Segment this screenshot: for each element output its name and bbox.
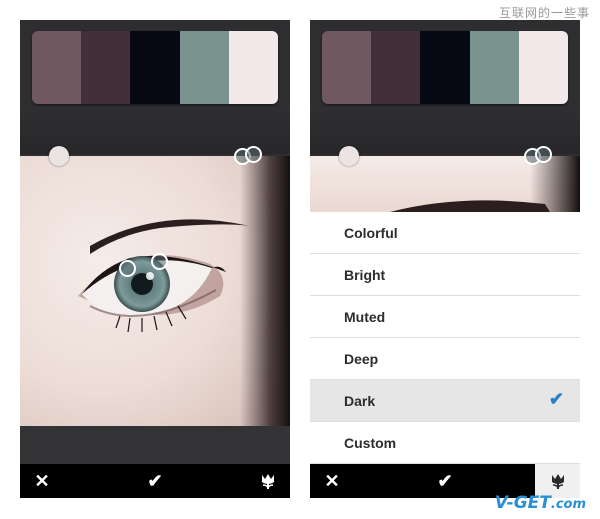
palette-handle-5[interactable] xyxy=(151,253,168,270)
menu-item-custom[interactable]: Custom xyxy=(310,422,580,464)
checkmark-icon[interactable]: ✔ xyxy=(425,464,465,498)
color-palette xyxy=(322,31,568,104)
color-palette xyxy=(32,31,278,104)
palette-handle-1[interactable] xyxy=(49,146,69,166)
tulip-icon[interactable] xyxy=(248,464,288,498)
menu-item-bright[interactable]: Bright xyxy=(310,254,580,296)
palette-handle-4[interactable] xyxy=(119,260,136,277)
watermark-bottom: V-GET.com xyxy=(494,493,586,513)
close-icon[interactable]: ✕ xyxy=(22,464,62,498)
menu-item-colorful[interactable]: Colorful xyxy=(310,212,580,254)
right-screen: Colorful Bright Muted Deep Dark ✔ Custom… xyxy=(310,20,580,498)
palette-swatch-4[interactable] xyxy=(179,31,229,104)
watermark-top: 互联网的一些事 xyxy=(498,6,590,20)
menu-item-deep[interactable]: Deep xyxy=(310,338,580,380)
palette-handle-1[interactable] xyxy=(339,146,359,166)
palette-swatch-1[interactable] xyxy=(322,31,372,104)
left-screen: ✕ ✔ xyxy=(20,20,290,498)
filter-menu: Colorful Bright Muted Deep Dark ✔ Custom xyxy=(310,212,580,464)
eye-photo xyxy=(20,156,290,426)
palette-swatch-2[interactable] xyxy=(81,31,131,104)
checkmark-icon[interactable]: ✔ xyxy=(135,464,175,498)
palette-swatch-3[interactable] xyxy=(420,31,470,104)
palette-swatch-5[interactable] xyxy=(518,31,568,104)
palette-swatch-2[interactable] xyxy=(371,31,421,104)
menu-item-muted[interactable]: Muted xyxy=(310,296,580,338)
footer-band xyxy=(20,426,290,464)
selected-checkmark-icon: ✔ xyxy=(548,389,564,409)
close-icon[interactable]: ✕ xyxy=(312,464,352,498)
palette-handle-3[interactable] xyxy=(535,146,552,163)
palette-swatch-1[interactable] xyxy=(32,31,82,104)
palette-swatch-5[interactable] xyxy=(228,31,278,104)
menu-item-dark[interactable]: Dark ✔ xyxy=(310,380,580,422)
palette-swatch-3[interactable] xyxy=(130,31,180,104)
palette-swatch-4[interactable] xyxy=(469,31,519,104)
palette-handle-3[interactable] xyxy=(245,146,262,163)
toolbar: ✕ ✔ xyxy=(20,464,290,498)
